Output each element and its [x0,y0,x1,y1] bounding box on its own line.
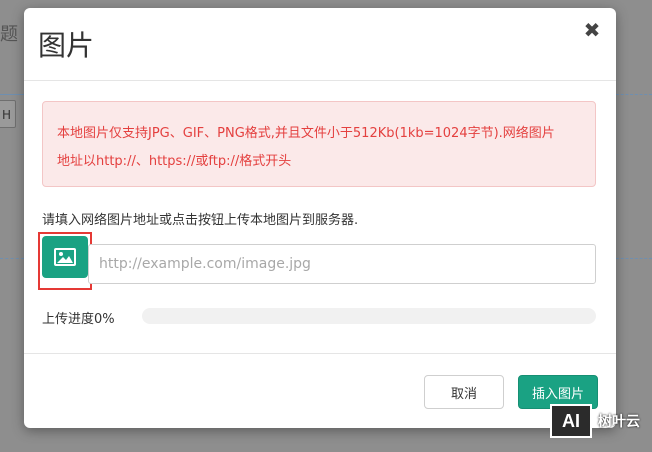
watermark-text: 树叶云 [598,414,640,430]
upload-progress-bar [142,308,596,324]
format-alert: 本地图片仅支持JPG、GIF、PNG格式,并且文件小于512Kb(1kb=102… [42,101,596,187]
background-divider [0,258,24,259]
dialog-footer: 取消 插入图片 [24,354,616,428]
watermark: AI 树叶云 [550,404,640,438]
background-divider [616,94,652,95]
background-divider [616,258,652,259]
alert-line: 本地图片仅支持JPG、GIF、PNG格式,并且文件小于512Kb(1kb=102… [57,126,555,141]
background-heading-fragment: 题 [0,24,18,45]
upload-progress-label: 上传进度0% [42,312,115,327]
close-icon: ✖ [583,18,601,42]
background-toolbar-button: H [0,100,16,128]
alert-line: 地址以http://、https://或ftp://格式开头 [57,154,292,169]
image-dialog: 图片 ✖ 本地图片仅支持JPG、GIF、PNG格式,并且文件小于512Kb(1k… [24,8,616,428]
background-divider [0,94,24,95]
image-icon [54,248,76,266]
dialog-body: 本地图片仅支持JPG、GIF、PNG格式,并且文件小于512Kb(1kb=102… [24,81,616,354]
upload-hint: 请填入网络图片地址或点击按钮上传本地图片到服务器. [42,213,359,228]
watermark-logo: AI [550,404,592,438]
dialog-header: 图片 ✖ [24,8,616,81]
upload-image-button[interactable] [42,236,88,278]
image-url-input[interactable] [88,244,596,284]
cancel-button[interactable]: 取消 [424,375,504,409]
close-button[interactable]: ✖ [582,20,602,40]
dialog-title: 图片 [38,29,95,62]
